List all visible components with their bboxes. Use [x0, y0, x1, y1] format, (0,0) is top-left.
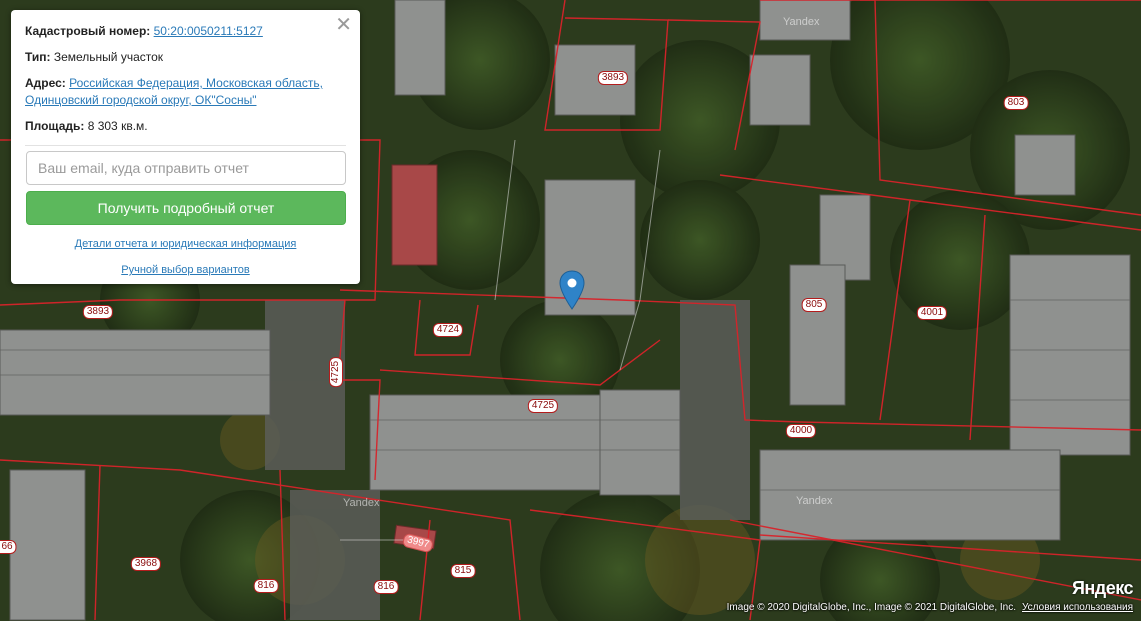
parcel-label[interactable]: 816 — [373, 580, 399, 594]
email-field[interactable] — [26, 151, 346, 185]
manual-selection-link[interactable]: Ручной выбор вариантов — [25, 264, 346, 276]
parcel-label[interactable]: 4001 — [916, 306, 948, 320]
address-link[interactable]: Российская Федерация, Московская область… — [25, 76, 323, 107]
cadastral-number-link[interactable]: 50:20:0050211:5127 — [154, 24, 263, 38]
close-icon[interactable]: ✕ — [335, 14, 352, 36]
area-label: Площадь: — [25, 119, 85, 133]
report-details-link[interactable]: Детали отчета и юридическая информация — [25, 238, 346, 250]
copyright-text: Image © 2020 DigitalGlobe, Inc., Image ©… — [726, 602, 1016, 613]
map-copyright: Image © 2020 DigitalGlobe, Inc., Image ©… — [727, 602, 1133, 613]
divider — [25, 145, 346, 146]
map-watermark: Yandex — [796, 495, 833, 507]
type-value: Земельный участок — [53, 50, 164, 64]
type-label: Тип: — [25, 50, 51, 64]
area-row: Площадь: 8 303 кв.м. — [25, 118, 346, 135]
parcel-label[interactable]: 4724 — [432, 323, 464, 337]
parcel-label[interactable]: 4725 — [329, 356, 343, 388]
parcel-label[interactable]: 4000 — [785, 424, 817, 438]
map-pin-icon[interactable] — [559, 270, 585, 310]
map-watermark: Yandex — [783, 16, 820, 28]
address-label: Адрес: — [25, 76, 66, 90]
parcel-label[interactable]: 803 — [1003, 96, 1029, 110]
terms-link[interactable]: Условия использования — [1022, 602, 1133, 613]
parcel-label[interactable]: 805 — [801, 298, 827, 312]
cadastral-row: Кадастровый номер: 50:20:0050211:5127 — [25, 23, 346, 40]
get-report-button[interactable]: Получить подробный отчет — [26, 191, 346, 225]
parcel-label[interactable]: 66 — [0, 540, 17, 554]
address-row: Адрес: Российская Федерация, Московская … — [25, 75, 346, 109]
type-row: Тип: Земельный участок — [25, 49, 346, 66]
parcel-label[interactable]: 4725 — [527, 399, 559, 413]
map-watermark: Yandex — [343, 497, 380, 509]
parcel-label[interactable]: 816 — [253, 579, 279, 593]
parcel-info-popup: ✕ Кадастровый номер: 50:20:0050211:5127 … — [11, 10, 360, 284]
parcel-label[interactable]: 815 — [450, 564, 476, 578]
cadastral-label: Кадастровый номер: — [25, 24, 151, 38]
parcel-label[interactable]: 3893 — [597, 71, 629, 85]
area-value: 8 303 кв.м. — [87, 119, 148, 133]
yandex-logo: Яндекс — [1071, 578, 1134, 598]
parcel-label[interactable]: 3893 — [82, 305, 114, 319]
parcel-label[interactable]: 3968 — [130, 557, 162, 571]
